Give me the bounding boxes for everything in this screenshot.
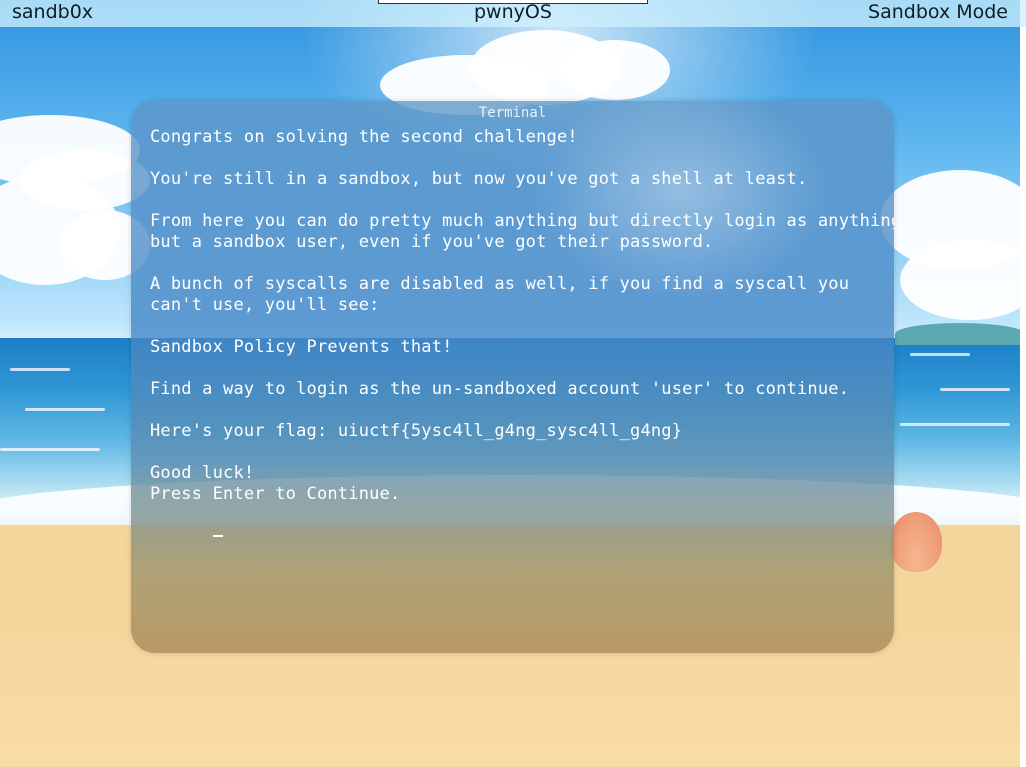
terminal-line: Press Enter to Continue. [150, 484, 401, 504]
wave [25, 408, 105, 411]
mode-label: Sandbox Mode [868, 1, 1008, 23]
user-label: sandb0x [12, 1, 94, 23]
wave [0, 448, 100, 451]
terminal-window[interactable]: Terminal Congrats on solving the second … [131, 101, 894, 653]
top-bar: sandb0x pwnyOS Sandbox Mode [0, 0, 1026, 27]
wave [940, 388, 1010, 391]
terminal-line: but a sandbox user, even if you've got t… [150, 232, 714, 252]
terminal-line: Sandbox Policy Prevents that! [150, 337, 453, 357]
terminal-title: Terminal [478, 105, 547, 121]
terminal-line: Here's your flag: uiuctf{5ysc4ll_g4ng_sy… [150, 421, 683, 441]
terminal-line: can't use, you'll see: [150, 295, 380, 315]
seashell-icon [890, 512, 942, 572]
terminal-line: Congrats on solving the second challenge… [150, 127, 578, 147]
island [895, 323, 1025, 345]
terminal-cursor-line[interactable] [150, 505, 885, 537]
cloud [560, 40, 670, 100]
terminal-line: Find a way to login as the un-sandboxed … [150, 379, 850, 399]
wave [900, 423, 1010, 426]
terminal-line: You're still in a sandbox, but now you'v… [150, 169, 808, 189]
wave [910, 353, 970, 356]
terminal-line: Good luck! [150, 463, 255, 483]
terminal-line: A bunch of syscalls are disabled as well… [150, 274, 850, 294]
terminal-line: From here you can do pretty much anythin… [150, 211, 894, 231]
screen-edge [1020, 0, 1026, 767]
top-notch [378, 0, 648, 4]
text-cursor-icon [212, 535, 223, 537]
terminal-output[interactable]: Congrats on solving the second challenge… [150, 127, 894, 537]
wave [10, 368, 70, 371]
os-name-label: pwnyOS [474, 1, 552, 23]
cloud [900, 240, 1026, 320]
